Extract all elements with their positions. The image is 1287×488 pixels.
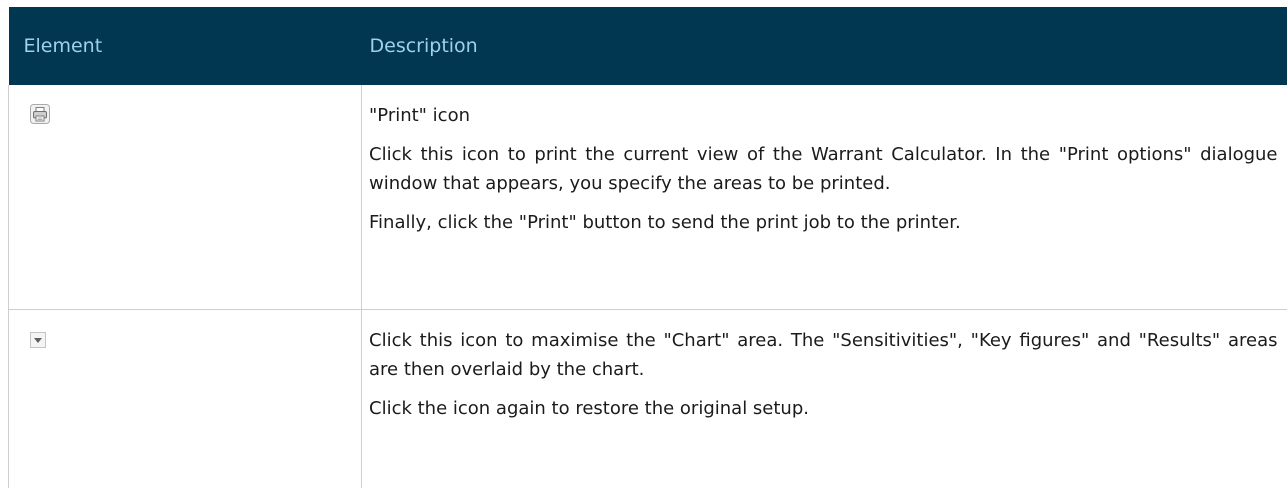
- maximise-chart-description: Click this icon to maximise the "Chart" …: [369, 329, 1278, 380]
- print-icon-final-step: Finally, click the "Print" button to sen…: [369, 212, 961, 233]
- element-column-header: Element: [8, 7, 362, 85]
- table-row-print: "Print" icon Click this icon to print th…: [8, 85, 1287, 310]
- element-cell: [8, 309, 362, 488]
- table-row-maximise: Click this icon to maximise the "Chart" …: [8, 309, 1287, 488]
- description-column-header: Description: [361, 7, 1287, 85]
- chevron-down-icon[interactable]: [30, 328, 46, 357]
- print-icon-title: "Print" icon: [369, 105, 471, 126]
- table-header: Element Description: [8, 7, 1287, 85]
- print-icon[interactable]: [30, 104, 50, 133]
- restore-setup-description: Click the icon again to restore the orig…: [369, 397, 809, 419]
- help-table: Element Description "Print" icon Click t…: [8, 7, 1287, 488]
- print-icon-description: Click this icon to print the current vie…: [369, 144, 1278, 194]
- element-cell: [8, 85, 362, 310]
- description-cell: "Print" icon Click this icon to print th…: [361, 85, 1287, 310]
- table-header-row: Element Description: [8, 7, 1287, 85]
- description-cell: Click this icon to maximise the "Chart" …: [362, 309, 1287, 488]
